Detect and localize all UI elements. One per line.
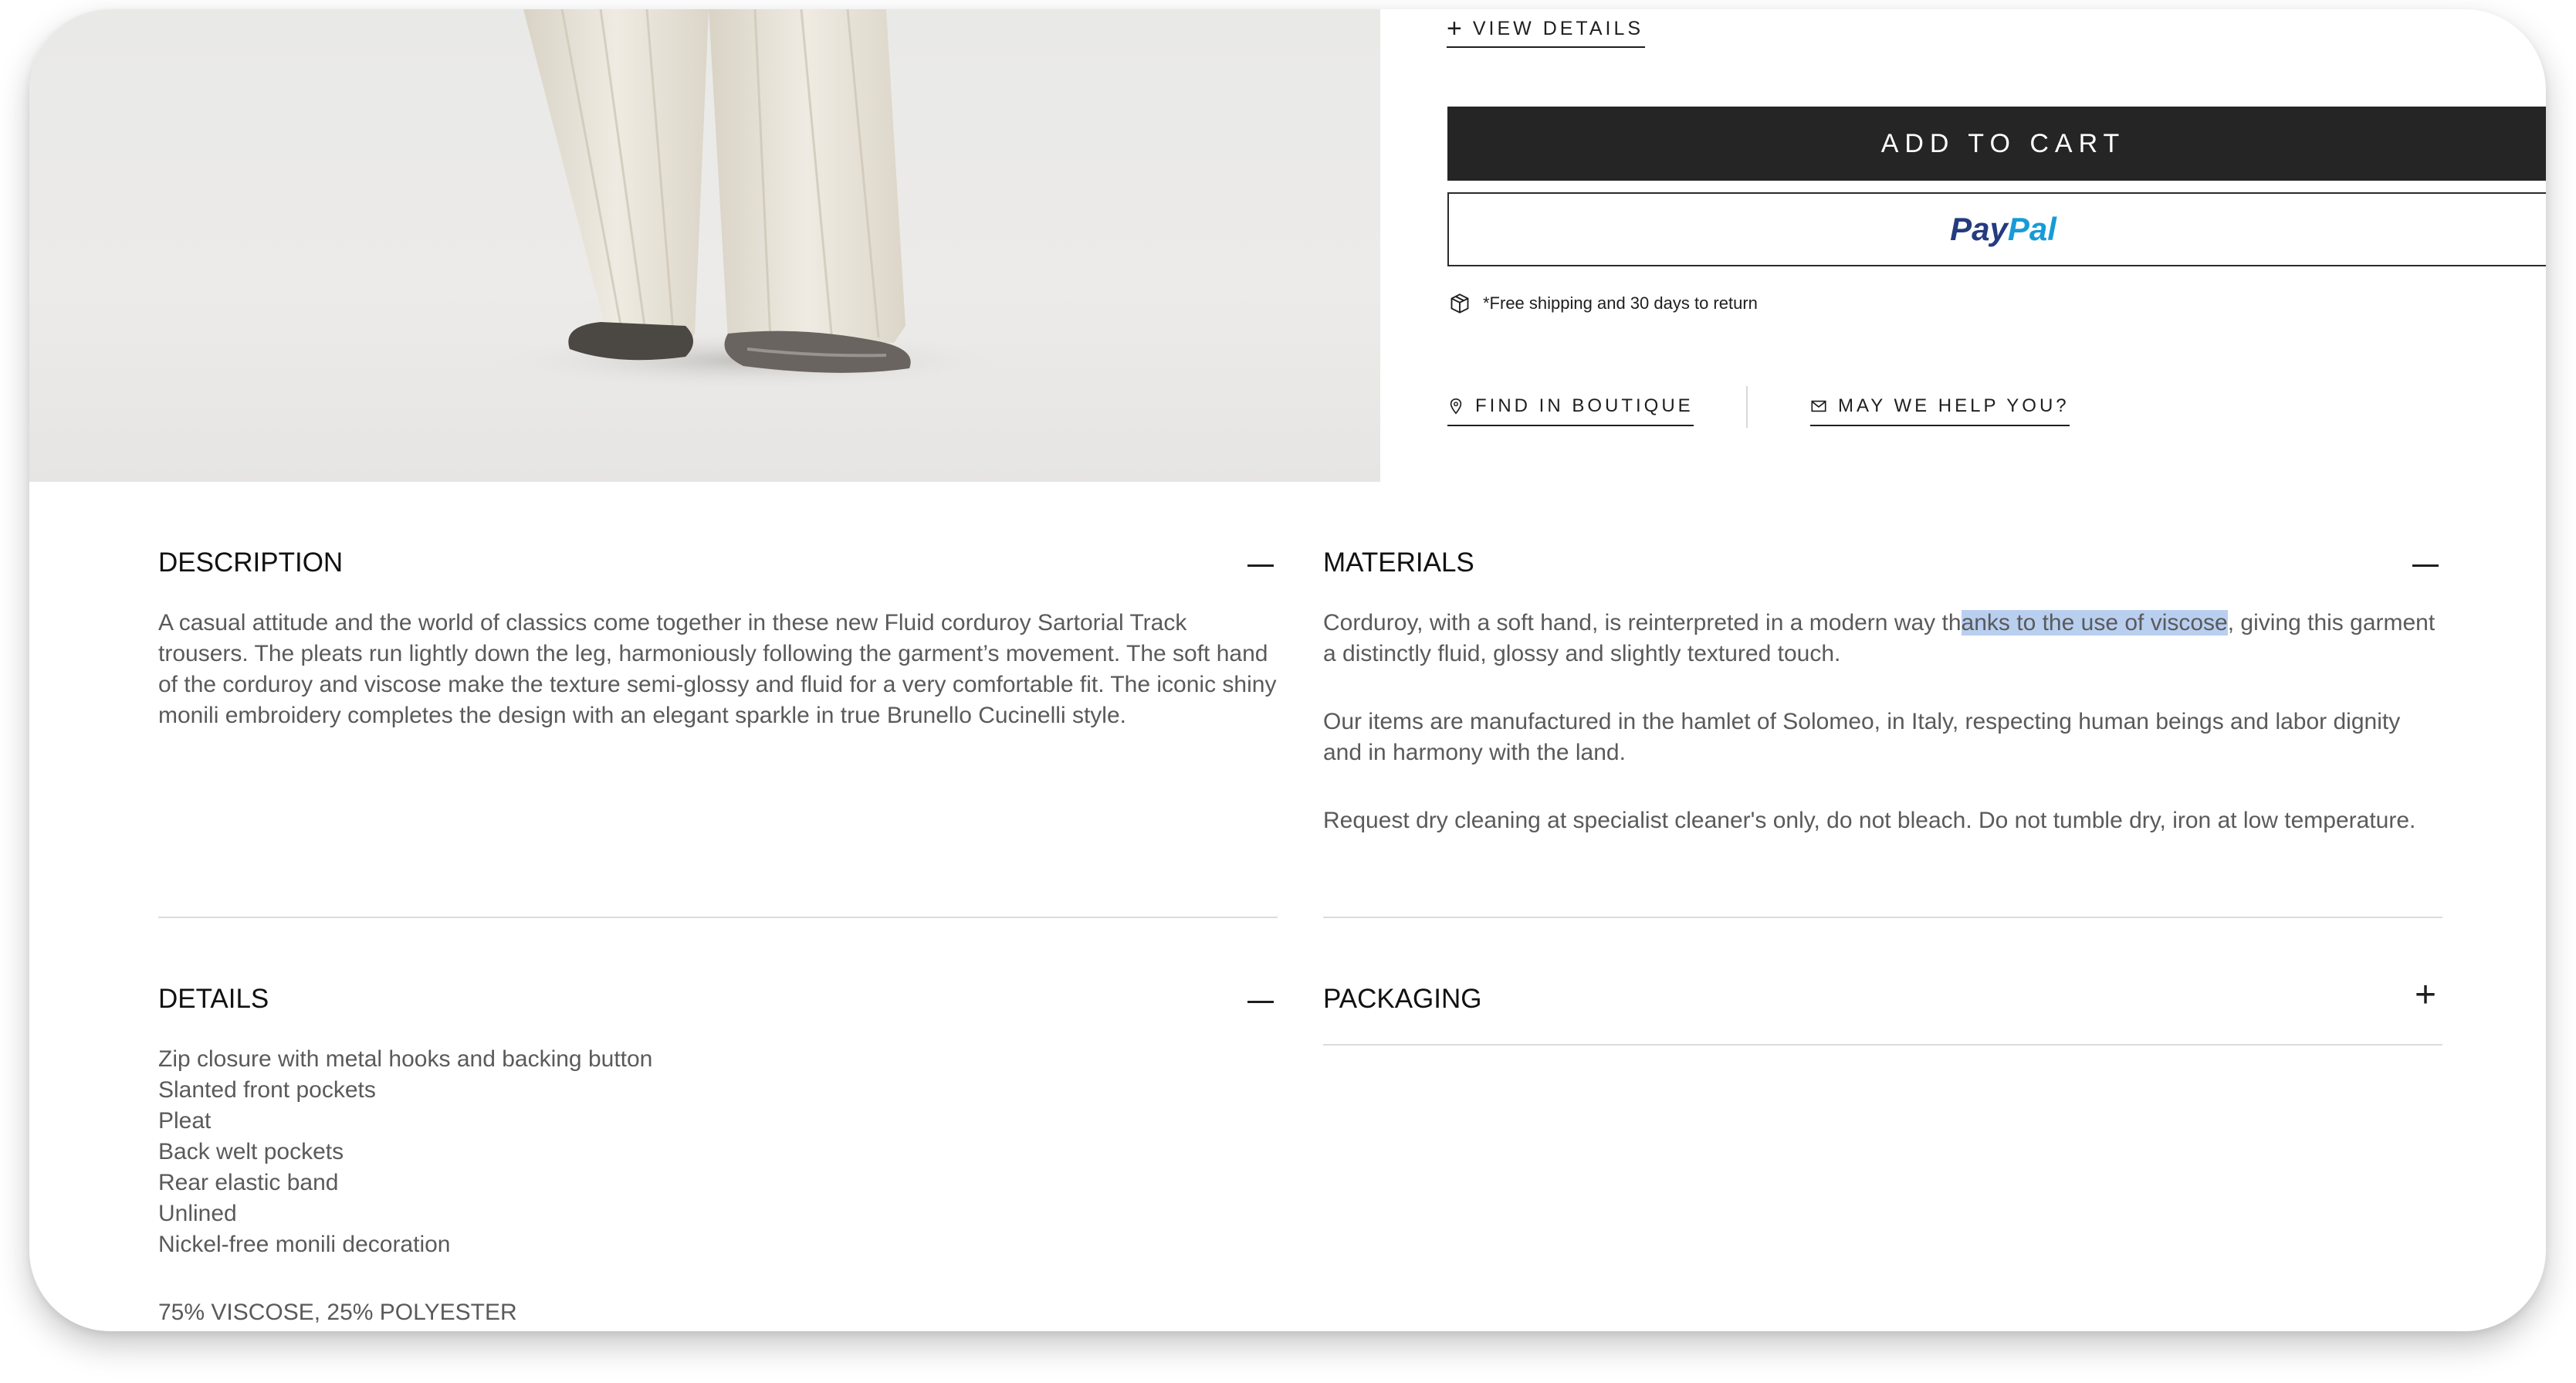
plus-icon: +: [2414, 975, 2437, 1015]
materials-paragraph-1: Corduroy, with a soft hand, is reinterpr…: [1323, 608, 2442, 669]
product-image: [29, 9, 1380, 482]
minus-icon: [1247, 564, 1274, 567]
list-item: Unlined: [158, 1201, 237, 1226]
may-we-help-label: MAY WE HELP YOU?: [1838, 395, 2070, 416]
paypal-logo-pay: Pay: [1950, 211, 2008, 247]
minus-icon: [2412, 564, 2439, 567]
plus-icon: +: [1447, 14, 1462, 43]
add-to-cart-button[interactable]: ADD TO CART: [1447, 107, 2546, 181]
list-item: Rear elastic band: [158, 1170, 339, 1195]
minus-icon: [1247, 1000, 1274, 1003]
shipping-note: *Free shipping and 30 days to return: [1449, 293, 1758, 314]
page-frame: + VIEW DETAILS ADD TO CART Pay Pal *Free …: [29, 9, 2546, 1331]
location-pin-icon: [1450, 398, 1462, 415]
details-list: Zip closure with metal hooks and backing…: [158, 1044, 1278, 1260]
link-divider: [1746, 386, 1748, 428]
trousers-illustration: [493, 9, 1002, 390]
materials-text-part: Corduroy, with a soft hand, is reinterpr…: [1323, 610, 1962, 636]
list-item: Zip closure with metal hooks and backing…: [158, 1046, 653, 1072]
materials-collapse-toggle[interactable]: [2412, 552, 2439, 578]
view-details-label: VIEW DETAILS: [1472, 17, 1644, 39]
details-collapse-toggle[interactable]: [1247, 988, 1274, 1015]
details-heading: DETAILS: [158, 984, 269, 1014]
list-item: Back welt pockets: [158, 1139, 344, 1164]
selected-text: anks to the use of viscose: [1961, 610, 2228, 636]
details-body: Zip closure with metal hooks and backing…: [158, 1044, 1278, 1328]
composition-text: 75% VISCOSE, 25% POLYESTER: [158, 1300, 517, 1325]
may-we-help-link[interactable]: MAY WE HELP YOU?: [1810, 388, 2070, 426]
materials-body: Corduroy, with a soft hand, is reinterpr…: [1323, 608, 2442, 873]
list-item: Nickel-free monili decoration: [158, 1232, 451, 1257]
list-item: Slanted front pockets: [158, 1077, 376, 1103]
materials-paragraph-2: Our items are manufactured in the hamlet…: [1323, 709, 2401, 765]
packaging-heading: PACKAGING: [1323, 984, 1482, 1014]
packaging-divider: [1323, 1044, 2442, 1046]
materials-paragraph-3: Request dry cleaning at specialist clean…: [1323, 808, 2416, 833]
view-details-link[interactable]: + VIEW DETAILS: [1447, 11, 1646, 48]
find-in-boutique-label: FIND IN BOUTIQUE: [1475, 395, 1694, 416]
box-icon: [1450, 293, 1469, 314]
description-collapse-toggle[interactable]: [1247, 552, 1274, 578]
materials-heading: MATERIALS: [1323, 547, 1474, 578]
paypal-button[interactable]: Pay Pal: [1447, 192, 2546, 266]
description-divider: [158, 917, 1278, 918]
paypal-logo-pal: Pal: [2007, 211, 2056, 247]
materials-divider: [1323, 917, 2442, 918]
envelope-icon: [1811, 400, 1826, 412]
shipping-note-text: *Free shipping and 30 days to return: [1483, 293, 1758, 313]
list-item: Pleat: [158, 1108, 212, 1134]
find-in-boutique-link[interactable]: FIND IN BOUTIQUE: [1447, 388, 1694, 426]
description-text: A casual attitude and the world of class…: [158, 610, 1277, 728]
packaging-expand-toggle[interactable]: +: [2412, 977, 2439, 1014]
description-body: A casual attitude and the world of class…: [158, 608, 1278, 768]
description-heading: DESCRIPTION: [158, 547, 344, 578]
